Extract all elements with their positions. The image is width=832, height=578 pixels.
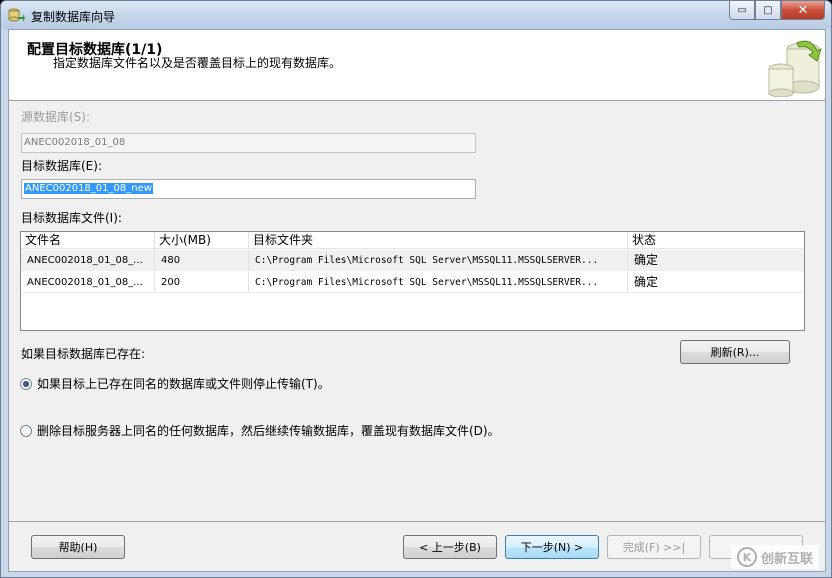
watermark-text: 创新互联 <box>760 551 813 567</box>
cell-status: 确定 <box>634 275 659 289</box>
cell-folder: C:\Program Files\Microsoft SQL Server\MS… <box>249 272 628 293</box>
footer-separator <box>9 521 825 522</box>
minimize-button[interactable]: ▭ <box>729 1 755 20</box>
maximize-button[interactable]: □ <box>755 1 781 20</box>
radio-drop-database[interactable] <box>20 424 32 437</box>
option-drop-database[interactable]: 删除目标服务器上同名的任何数据库，然后继续传输数据库，覆盖现有数据库文件(D)。 <box>20 422 500 439</box>
wizard-client: 配置目标数据库(1/1) 指定数据库文件名以及是否覆盖目标上的现有数据库。 源数… <box>8 29 826 572</box>
cell-filename: ANEC002018_01_08_... <box>21 250 155 271</box>
app-icon <box>8 8 25 22</box>
option-stop-transfer-label: 如果目标上已存在同名的数据库或文件则停止传输(T)。 <box>37 377 330 391</box>
window-controls: ▭ □ ✕ <box>729 1 825 21</box>
column-header-folder[interactable]: 目标文件夹 <box>249 232 628 249</box>
wizard-header: 配置目标数据库(1/1) 指定数据库文件名以及是否覆盖目标上的现有数据库。 <box>9 30 825 101</box>
target-files-label: 目标数据库文件(I): <box>21 211 122 225</box>
window-title: 复制数据库向导 <box>31 10 116 24</box>
refresh-button[interactable]: 刷新(R)... <box>680 340 790 364</box>
cell-filename: ANEC002018_01_08_... <box>21 272 155 293</box>
if-exists-label: 如果目标数据库已存在: <box>21 347 146 361</box>
grid-header: 文件名 大小(MB) 目标文件夹 状态 <box>21 232 804 249</box>
cell-size: 480 <box>155 250 249 271</box>
target-database-label: 目标数据库(E): <box>21 159 102 173</box>
cell-folder: C:\Program Files\Microsoft SQL Server\MS… <box>249 250 628 271</box>
column-header-size[interactable]: 大小(MB) <box>155 232 249 249</box>
wizard-window: 复制数据库向导 ▭ □ ✕ 配置目标数据库(1/1) 指定数据库文件名以及是否覆… <box>0 0 832 578</box>
back-button[interactable]: < 上一步(B) <box>403 535 497 559</box>
watermark: K 创新互联 <box>730 545 819 569</box>
option-drop-database-label: 删除目标服务器上同名的任何数据库，然后继续传输数据库，覆盖现有数据库文件(D)。 <box>37 424 500 438</box>
radio-stop-transfer[interactable] <box>20 377 32 390</box>
title-bar[interactable]: 复制数据库向导 ▭ □ ✕ <box>1 1 831 29</box>
page-subtitle: 指定数据库文件名以及是否覆盖目标上的现有数据库。 <box>53 56 342 70</box>
target-database-value: ANEC002018_01_08_new <box>24 183 153 194</box>
source-database-label: 源数据库(S): <box>21 110 91 124</box>
cell-size: 200 <box>155 272 249 293</box>
watermark-logo-icon: K <box>736 547 757 567</box>
column-header-filename[interactable]: 文件名 <box>21 232 155 249</box>
finish-button[interactable]: 完成(F) >>| <box>607 535 701 559</box>
target-files-grid[interactable]: 文件名 大小(MB) 目标文件夹 状态 ANEC002018_01_08_...… <box>20 231 805 331</box>
table-row[interactable]: ANEC002018_01_08_... 200 C:\Program File… <box>21 272 804 293</box>
cell-status: 确定 <box>634 253 659 267</box>
table-row[interactable]: ANEC002018_01_08_... 480 C:\Program File… <box>21 250 804 271</box>
next-button[interactable]: 下一步(N) > <box>505 535 599 559</box>
option-stop-transfer[interactable]: 如果目标上已存在同名的数据库或文件则停止传输(T)。 <box>20 375 330 392</box>
source-database-field: ANEC002018_01_08 <box>21 133 476 153</box>
help-button[interactable]: 帮助(H) <box>31 535 125 559</box>
column-header-status[interactable]: 状态 <box>628 232 804 249</box>
database-copy-icon <box>768 40 822 97</box>
close-button[interactable]: ✕ <box>781 1 825 20</box>
target-database-input[interactable]: ANEC002018_01_08_new <box>21 179 476 199</box>
